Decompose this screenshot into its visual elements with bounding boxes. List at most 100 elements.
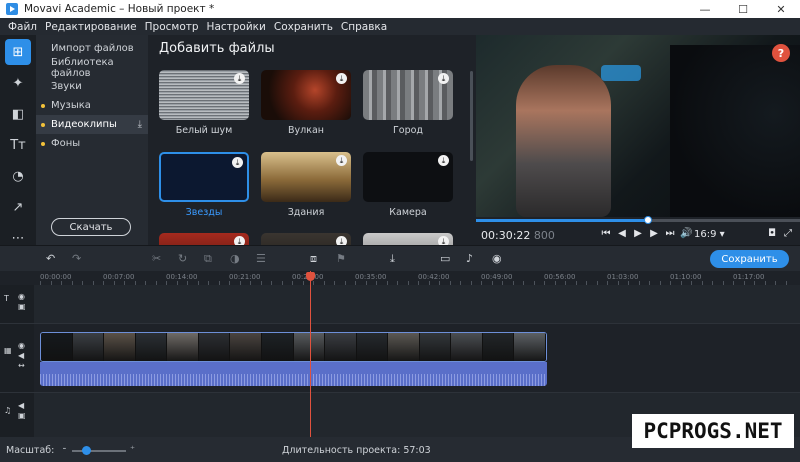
gallery-thumbnail[interactable]: ⤓ xyxy=(363,70,453,120)
video-track-icon: ▦ xyxy=(4,346,12,355)
audio-export-icon[interactable]: ⤓ xyxy=(390,252,395,266)
playhead-handle[interactable] xyxy=(306,272,315,281)
menu-view[interactable]: Просмотр xyxy=(141,21,203,33)
import-tool-button[interactable]: ⊞ xyxy=(5,39,31,65)
link-icon[interactable]: ↔ xyxy=(18,362,25,370)
zoom-in-icon[interactable]: ⁺ xyxy=(130,444,135,455)
minimize-button[interactable]: — xyxy=(686,0,724,18)
visibility-icon[interactable]: ◉ xyxy=(18,342,25,350)
ruler-tick-label: 00:00:00 xyxy=(40,273,72,281)
save-button[interactable]: Сохранить xyxy=(710,250,789,268)
menu-file[interactable]: Файл xyxy=(4,21,41,33)
zoom-out-icon[interactable]: ⁃ xyxy=(62,444,67,455)
redo-icon[interactable]: ↷ xyxy=(72,252,81,265)
transitions-tool-button[interactable]: ◧ xyxy=(5,101,31,127)
category-video-clips[interactable]: Видеоклипы ⤓ xyxy=(36,115,148,134)
titles-tool-button[interactable]: Tт xyxy=(5,132,31,158)
snapshot-icon[interactable]: ◘ xyxy=(768,228,776,239)
text-track[interactable] xyxy=(34,285,800,323)
mute-icon[interactable]: ◀ xyxy=(18,352,24,360)
visibility-icon[interactable]: ◉ xyxy=(18,293,25,301)
download-icon[interactable]: ⤓ xyxy=(336,236,347,245)
fullscreen-icon[interactable]: ⤢ xyxy=(784,228,792,239)
video-clip[interactable] xyxy=(40,332,547,362)
marker-icon[interactable]: ⚑ xyxy=(336,252,346,265)
volume-icon[interactable]: 🔊 xyxy=(680,228,692,239)
previous-frame-icon[interactable]: ◀ xyxy=(616,228,628,239)
category-music[interactable]: Музыка xyxy=(36,96,148,115)
category-label: Звуки xyxy=(51,81,82,92)
gallery-thumbnail[interactable]: ⤓ xyxy=(159,70,249,120)
stickers-tool-button[interactable]: ◔ xyxy=(5,163,31,189)
insert-icon[interactable]: ⧈ xyxy=(310,252,317,266)
screen-record-icon[interactable]: ▭ xyxy=(440,252,450,265)
cut-icon[interactable]: ✂ xyxy=(152,252,161,265)
gallery-thumbnail[interactable]: ⤓ xyxy=(261,152,351,202)
download-icon[interactable]: ⤓ xyxy=(438,236,449,245)
audio-track-icon: ♫ xyxy=(4,406,12,415)
filters-tool-button[interactable]: ✦ xyxy=(5,70,31,96)
video-clip-frame xyxy=(388,333,420,361)
go-to-start-icon[interactable]: ⏮ xyxy=(600,228,612,239)
audio-clip[interactable] xyxy=(40,362,547,386)
download-icon[interactable]: ⤓ xyxy=(138,119,142,130)
next-frame-icon[interactable]: ▶ xyxy=(648,228,660,239)
video-clip-frame xyxy=(356,333,389,361)
menu-edit[interactable]: Редактирование xyxy=(41,21,141,33)
close-button[interactable]: ✕ xyxy=(762,0,800,18)
clip-properties-icon[interactable]: ☰ xyxy=(256,252,266,265)
playhead-line[interactable] xyxy=(310,271,311,437)
menu-help[interactable]: Справка xyxy=(337,21,391,33)
download-icon[interactable]: ⤓ xyxy=(438,73,449,84)
gallery-thumbnail[interactable]: ⤓ xyxy=(159,152,249,202)
category-file-library[interactable]: Библиотека файлов xyxy=(36,57,148,79)
timeline-ruler[interactable]: 00:00:0000:07:0000:14:0000:21:0000:28:00… xyxy=(0,271,800,285)
gallery-title: Добавить файлы xyxy=(159,41,275,56)
preview-progress-fill xyxy=(476,219,648,222)
download-icon[interactable]: ⤓ xyxy=(336,73,347,84)
go-to-end-icon[interactable]: ⏭ xyxy=(664,228,676,239)
download-button[interactable]: Скачать xyxy=(51,218,131,236)
microphone-icon[interactable]: ♪ xyxy=(466,252,473,265)
project-duration: Длительность проекта: 57:03 xyxy=(282,445,431,456)
lock-icon[interactable]: ▣ xyxy=(18,303,26,311)
zoom-slider[interactable] xyxy=(72,450,126,452)
color-adjust-icon[interactable]: ◑ xyxy=(230,252,240,265)
download-icon[interactable]: ⤓ xyxy=(234,236,245,245)
menu-bar: Файл Редактирование Просмотр Настройки С… xyxy=(0,18,800,35)
menu-save[interactable]: Сохранить xyxy=(270,21,337,33)
gallery-thumbnail[interactable]: ⤓ xyxy=(261,70,351,120)
preview-progress-knob[interactable] xyxy=(643,216,652,224)
video-preview[interactable]: ? xyxy=(476,35,800,217)
play-icon[interactable]: ▶ xyxy=(632,228,644,239)
gallery-scrollbar[interactable] xyxy=(470,71,473,161)
undo-icon[interactable]: ↶ xyxy=(46,252,55,265)
category-backgrounds[interactable]: Фоны xyxy=(36,134,148,153)
maximize-button[interactable]: ☐ xyxy=(724,0,762,18)
gallery-thumbnail[interactable]: ⤓ xyxy=(363,233,453,245)
category-label: Фоны xyxy=(51,138,81,149)
help-button[interactable]: ? xyxy=(772,44,790,62)
video-clip-frame xyxy=(451,333,483,361)
rotate-icon[interactable]: ↻ xyxy=(178,252,187,265)
download-icon[interactable]: ⤓ xyxy=(234,73,245,84)
crop-icon[interactable]: ⧉ xyxy=(204,252,212,266)
aspect-ratio-select[interactable]: 16:9 ▾ xyxy=(694,229,725,240)
mute-icon[interactable]: ◀ xyxy=(18,402,24,410)
download-icon[interactable]: ⤓ xyxy=(336,155,347,166)
gallery-thumbnail[interactable]: ⤓ xyxy=(261,233,351,245)
zoom-slider-knob[interactable] xyxy=(81,446,91,455)
category-import-files[interactable]: Импорт файлов xyxy=(36,39,148,58)
menu-settings[interactable]: Настройки xyxy=(203,21,270,33)
category-sounds[interactable]: Звуки xyxy=(36,77,148,96)
category-list: Импорт файлов Библиотека файлов Звуки Му… xyxy=(36,35,148,245)
gallery-thumbnail[interactable]: ⤓ xyxy=(363,152,453,202)
gallery-thumbnail[interactable]: ⤓ xyxy=(159,233,249,245)
download-icon[interactable]: ⤓ xyxy=(232,157,243,168)
lock-icon[interactable]: ▣ xyxy=(18,412,26,420)
zoom-tool-button[interactable]: ↗ xyxy=(5,194,31,220)
preview-frame-figure xyxy=(516,65,611,217)
webcam-icon[interactable]: ◉ xyxy=(492,252,502,265)
preview-progress-bar[interactable] xyxy=(476,216,800,224)
download-icon[interactable]: ⤓ xyxy=(438,155,449,166)
